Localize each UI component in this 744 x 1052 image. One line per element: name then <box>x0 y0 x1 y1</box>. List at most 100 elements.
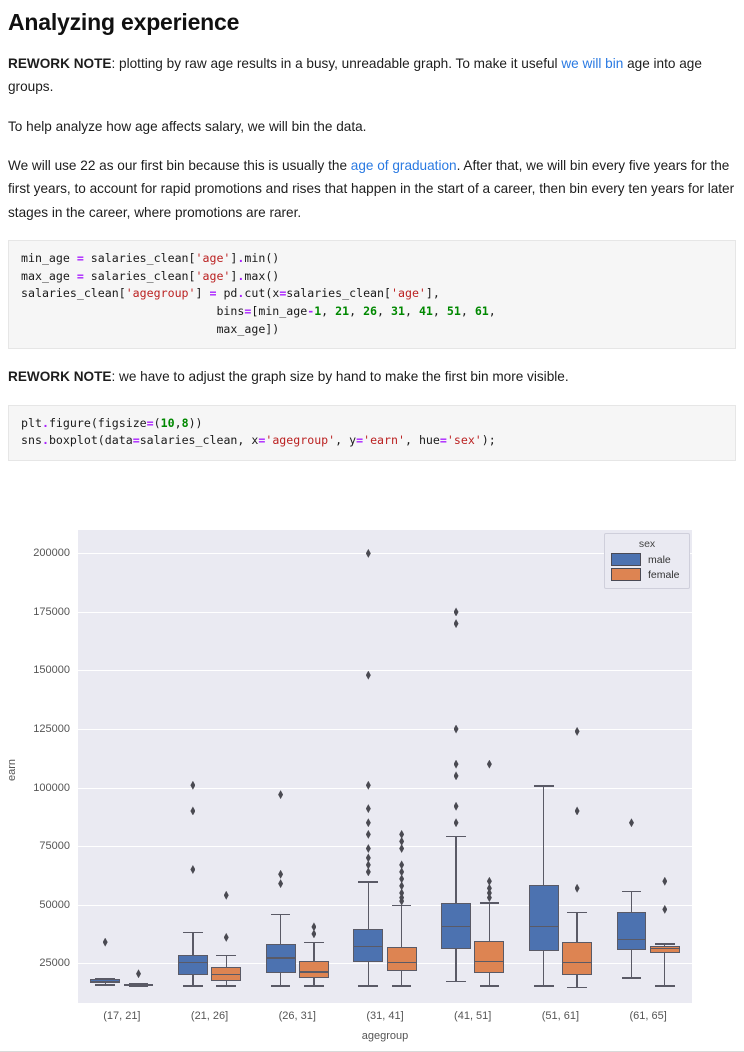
gridline-y <box>78 963 692 965</box>
y-axis-tick-label: 200000 <box>33 547 70 560</box>
boxplot-median-line <box>177 962 208 964</box>
boxplot-outlier <box>453 771 459 781</box>
boxplot-median-line <box>616 938 647 940</box>
boxplot-median-line <box>528 925 559 928</box>
boxplot-outlier <box>399 860 405 870</box>
boxplot-median-line <box>265 957 296 959</box>
boxplot-outlier <box>190 865 196 875</box>
boxplot-outlier <box>365 818 371 828</box>
boxplot-cap-upper <box>270 914 291 916</box>
boxplot-box[interactable] <box>528 884 559 952</box>
boxplot-box[interactable] <box>177 954 208 975</box>
boxplot-median-line <box>90 980 121 983</box>
legend-item-male[interactable]: male <box>611 553 683 566</box>
legend-title: sex <box>638 538 656 550</box>
boxplot-cap-upper <box>304 942 324 944</box>
boxplot-cap-lower <box>128 985 149 988</box>
gridline-y <box>78 553 692 555</box>
boxplot-cap-lower <box>621 977 642 979</box>
boxplot-median-line <box>441 925 471 928</box>
boxplot-outlier <box>662 904 668 914</box>
boxplot-whisker-upper <box>455 835 457 904</box>
notebook-page: Analyzing experience REWORK NOTE : plotti… <box>0 0 744 1052</box>
boxplot-outlier <box>278 790 284 800</box>
code-block-binning[interactable]: min_age = salaries_clean['age'].min() ma… <box>8 240 736 350</box>
link-we-will-bin[interactable]: we will bin <box>561 56 623 71</box>
gridline-y <box>78 670 692 672</box>
boxplot-outlier <box>399 829 405 839</box>
boxplot-cap-upper <box>533 785 554 787</box>
boxplot-outlier <box>662 876 668 886</box>
boxplot-outlier <box>453 801 459 811</box>
paragraph-rework-note-2: REWORK NOTE: we have to adjust the graph… <box>0 365 744 388</box>
code-block-plot[interactable]: plt.figure(figsize=(10,8)) sns.boxplot(d… <box>8 404 736 461</box>
boxplot-outlier <box>190 806 196 816</box>
y-axis-tick-label: 50000 <box>39 898 70 911</box>
chart-legend[interactable]: sex male female <box>604 533 690 589</box>
gridline-y <box>78 611 692 613</box>
boxplot-whisker-upper <box>488 902 491 941</box>
boxplot-whisker-lower <box>455 949 457 981</box>
boxplot-whisker-upper <box>192 931 194 955</box>
boxplot-box[interactable] <box>299 960 329 979</box>
boxplot-whisker-lower <box>576 974 578 987</box>
plot-area[interactable] <box>78 530 692 1003</box>
boxplot-median-line <box>299 971 329 973</box>
boxplot-whisker-lower <box>279 972 282 986</box>
boxplot-outlier <box>628 818 634 828</box>
paragraph-text-3a: We will use 22 as our first bin because … <box>8 158 351 174</box>
boxplot-outlier <box>365 853 371 863</box>
boxplot-outlier <box>365 670 371 680</box>
boxplot-cap-lower <box>391 985 412 987</box>
gridline-y <box>78 846 692 848</box>
boxplot-box[interactable] <box>562 942 592 975</box>
boxplot-outlier <box>453 619 459 629</box>
boxplot-cap-lower <box>304 985 324 987</box>
boxplot-median-line <box>474 960 505 963</box>
boxplot-cap-upper <box>654 943 675 945</box>
boxplot-outlier <box>365 804 371 814</box>
boxplot-outlier <box>102 937 108 947</box>
y-axis-tick-label: 75000 <box>39 840 70 853</box>
boxplot-median-line <box>386 962 417 964</box>
boxplot-cap-lower <box>216 985 237 987</box>
boxplot-median-line <box>649 947 680 950</box>
boxplot-cap-lower <box>183 985 203 987</box>
boxplot-whisker-upper <box>576 911 578 943</box>
link-age-of-graduation[interactable]: age of graduation <box>351 158 457 173</box>
boxplot-whisker-lower <box>313 978 315 986</box>
y-axis-tick-label: 175000 <box>33 605 70 618</box>
boxplot-outlier <box>278 879 284 889</box>
boxplot-outlier <box>574 806 580 816</box>
boxplot-whisker-lower <box>543 951 545 986</box>
boxplot-outlier <box>223 932 229 942</box>
boxplot-median-line <box>353 945 384 948</box>
gridline-y <box>78 904 692 906</box>
boxplot-box[interactable] <box>386 946 417 972</box>
paragraph-text-4: : we have to adjust the graph size by ha… <box>111 369 569 385</box>
boxplot-cap-upper <box>479 902 500 904</box>
y-axis-tick-label: 100000 <box>33 781 70 794</box>
y-axis-tick-label: 25000 <box>39 957 70 970</box>
legend-item-female[interactable]: female <box>611 568 683 581</box>
boxplot-whisker-lower <box>192 974 194 986</box>
paragraph-2: To help analyze how age affects salary, … <box>0 115 744 138</box>
x-axis-tick-label: (41, 51] <box>454 1010 492 1022</box>
boxplot-cap-lower <box>479 985 500 987</box>
paragraph-text-1a: : plotting by raw age results in a busy,… <box>111 55 562 71</box>
boxplot-cap-lower <box>446 980 466 983</box>
x-axis-label: agegroup <box>361 1030 409 1042</box>
boxplot-cap-upper <box>621 890 642 892</box>
boxplot-median-line <box>211 973 242 976</box>
boxplot-outlier <box>453 607 459 617</box>
boxplot-box[interactable] <box>616 911 647 951</box>
x-axis-tick-label: (17, 21] <box>103 1010 141 1022</box>
boxplot-cap-upper <box>358 881 379 883</box>
boxplot-whisker-upper <box>401 904 403 947</box>
x-axis-tick-label: (26, 31] <box>278 1010 316 1022</box>
page-title: Analyzing experience <box>8 9 240 35</box>
boxplot-median-line <box>562 962 592 964</box>
boxplot-box[interactable] <box>474 940 505 973</box>
rework-note-label-2: REWORK NOTE <box>8 369 112 385</box>
gridline-y <box>78 787 692 789</box>
